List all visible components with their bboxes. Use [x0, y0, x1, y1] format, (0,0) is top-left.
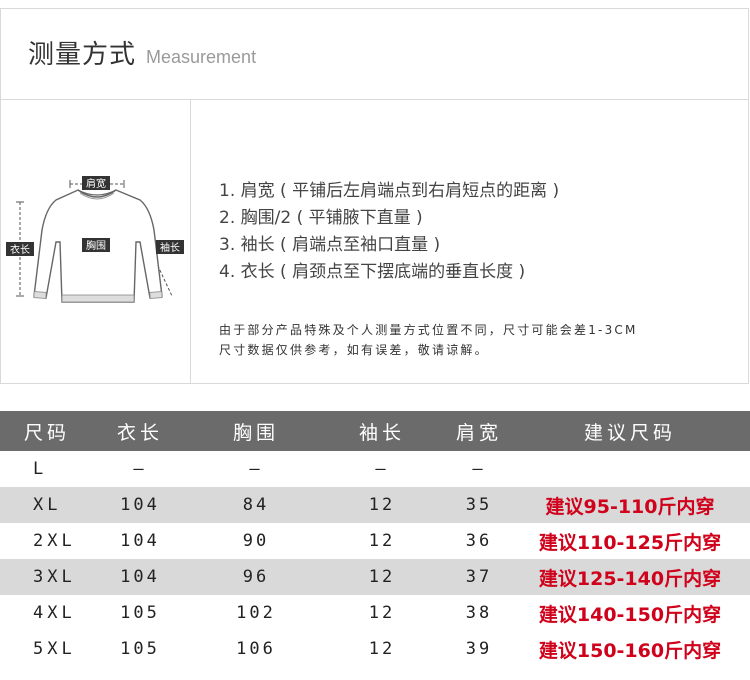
cell-shoulder: 38: [465, 603, 493, 623]
cell-length: –: [133, 459, 147, 479]
measurement-instructions: 1. 肩宽 ( 平铺后左肩端点到右肩短点的距离 ) 2. 胸围/2 ( 平铺腋下…: [219, 178, 559, 286]
cell-recommendation: 建议140-150斤内穿: [538, 603, 722, 626]
measurement-note: 由于部分产品特殊及个人测量方式位置不同，尺寸可能会差1-3CM 尺寸数据仅供参考…: [219, 320, 729, 360]
cell-shoulder: –: [472, 459, 486, 479]
label-chest: 胸围: [86, 239, 106, 252]
diagram-divider: [190, 99, 191, 384]
sweater-hem-rib: [61, 294, 135, 303]
sweater-diagram-svg: 肩宽 胸围 衣长 袖长: [6, 176, 184, 303]
cell-size: XL: [33, 495, 62, 515]
cell-size: 2XL: [33, 531, 76, 551]
header-shoulder: 肩宽: [455, 421, 502, 444]
section-header: 测量方式 Measurement: [28, 34, 256, 71]
cell-sleeve: 12: [368, 603, 396, 623]
cell-length: 104: [120, 531, 160, 551]
header-sleeve: 袖长: [358, 421, 405, 444]
cell-shoulder: 37: [465, 567, 493, 587]
instruction-sleeve: 3. 袖长 ( 肩端点至袖口直量 ): [219, 235, 441, 255]
size-table: 尺码 衣长 胸围 袖长 肩宽 建议尺码 L – – – – XL 104 84 …: [0, 411, 750, 667]
cell-recommendation: 建议150-160斤内穿: [538, 639, 722, 662]
instruction-length: 4. 衣长 ( 肩颈点至下摆底端的垂直长度 ): [219, 262, 526, 282]
header-chest: 胸围: [232, 421, 279, 444]
sweater-measurement-diagram: 肩宽 胸围 衣长 袖长: [0, 150, 190, 320]
header-divider: [0, 99, 749, 100]
instruction-chest: 2. 胸围/2 ( 平铺腋下直量 ): [219, 208, 423, 228]
cell-chest: 106: [236, 639, 276, 659]
cell-recommendation: 建议95-110斤内穿: [545, 495, 715, 518]
sweater-cuff-left: [33, 291, 47, 299]
header-recommendation: 建议尺码: [583, 421, 676, 444]
table-row: 4XL 105 102 12 38 建议140-150斤内穿: [0, 595, 750, 631]
sweater-cuff-right: [149, 291, 163, 299]
cell-size: 3XL: [33, 567, 76, 587]
cell-sleeve: 12: [368, 567, 396, 587]
label-sleeve: 袖长: [160, 241, 180, 254]
cell-shoulder: 39: [465, 639, 493, 659]
table-row: XL 104 84 12 35 建议95-110斤内穿: [0, 487, 750, 523]
cell-chest: 96: [242, 567, 270, 587]
cell-length: 105: [120, 639, 160, 659]
label-length: 衣长: [10, 243, 30, 256]
table-row: L – – – –: [0, 451, 750, 487]
cell-chest: 84: [242, 495, 270, 515]
size-table-header: 尺码 衣长 胸围 袖长 肩宽 建议尺码: [0, 411, 750, 451]
cell-chest: –: [249, 459, 263, 479]
cell-length: 105: [120, 603, 160, 623]
cell-length: 104: [120, 567, 160, 587]
cell-sleeve: 12: [368, 639, 396, 659]
section-subtitle: Measurement: [146, 47, 257, 67]
cell-recommendation: 建议110-125斤内穿: [538, 531, 722, 554]
section-title: 测量方式: [28, 40, 137, 70]
cell-sleeve: 12: [368, 531, 396, 551]
cell-size: 5XL: [33, 639, 76, 659]
cell-shoulder: 36: [465, 531, 493, 551]
cell-chest: 102: [236, 603, 276, 623]
cell-size: L: [33, 459, 48, 479]
cell-sleeve: 12: [368, 495, 396, 515]
panel-border-right: [748, 8, 749, 384]
cell-chest: 90: [242, 531, 270, 551]
cell-shoulder: 35: [465, 495, 493, 515]
table-row: 5XL 105 106 12 39 建议150-160斤内穿: [0, 631, 750, 667]
cell-length: 104: [120, 495, 160, 515]
note-line-1: 由于部分产品特殊及个人测量方式位置不同，尺寸可能会差1-3CM: [219, 323, 638, 337]
note-line-2: 尺寸数据仅供参考，如有误差，敬请谅解。: [219, 343, 489, 357]
cell-sleeve: –: [375, 459, 389, 479]
label-shoulder: 肩宽: [86, 177, 106, 190]
header-length: 衣长: [116, 421, 163, 444]
instruction-shoulder: 1. 肩宽 ( 平铺后左肩端点到右肩短点的距离 ): [219, 181, 560, 201]
cell-recommendation: 建议125-140斤内穿: [538, 567, 722, 590]
table-row: 3XL 104 96 12 37 建议125-140斤内穿: [0, 559, 750, 595]
header-size: 尺码: [24, 421, 71, 444]
table-row: 2XL 104 90 12 36 建议110-125斤内穿: [0, 523, 750, 559]
cell-size: 4XL: [33, 603, 76, 623]
